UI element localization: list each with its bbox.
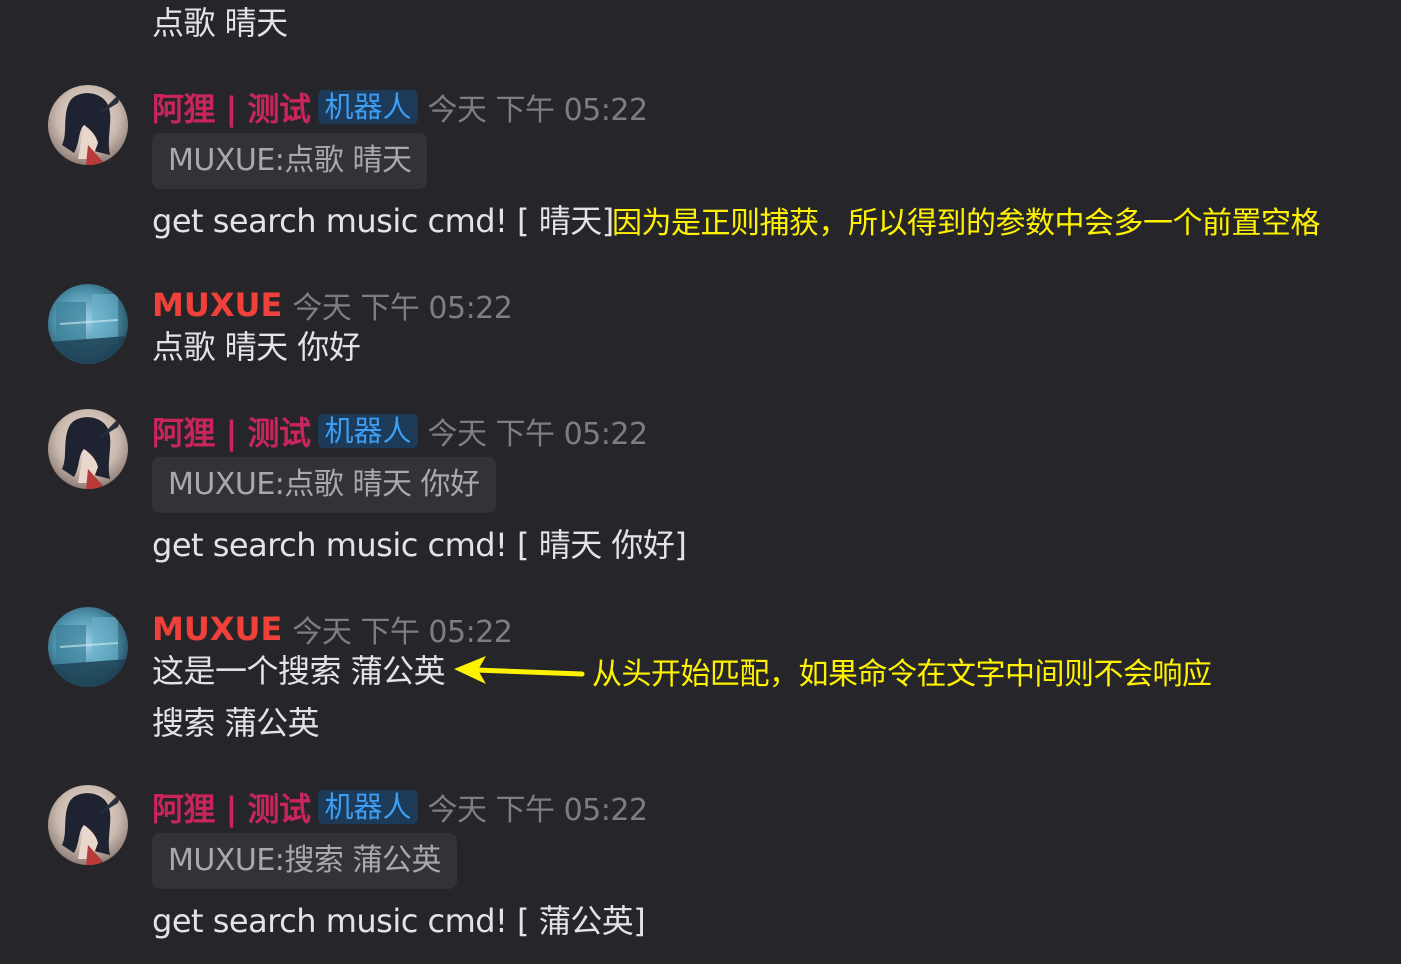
timestamp: 今天 下午 05:22	[292, 291, 513, 326]
author-name[interactable]: 阿狸 | 测试	[152, 784, 311, 830]
quoted-message[interactable]: MUXUE:点歌 晴天 你好	[152, 457, 496, 513]
user-avatar[interactable]	[48, 607, 128, 687]
author-name[interactable]: MUXUE	[152, 286, 282, 324]
quoted-message[interactable]: MUXUE:点歌 晴天	[152, 133, 428, 189]
timestamp: 今天 下午 05:22	[427, 417, 649, 452]
message-header: MUXUE 今天 下午 05:22	[152, 283, 513, 327]
message-text: 这是一个搜索 蒲公英	[152, 652, 446, 690]
message-header: 阿狸 | 测试 机器人 今天 下午 05:22	[152, 85, 648, 129]
message-header: MUXUE 今天 下午 05:22	[152, 607, 513, 651]
message-text: get search music cmd! [ 蒲公英]	[152, 902, 646, 940]
author-name[interactable]: MUXUE	[152, 610, 282, 648]
author-name[interactable]: 阿狸 | 测试	[152, 408, 311, 454]
blue-landscape-avatar-icon	[48, 284, 128, 364]
message-header: 阿狸 | 测试 机器人 今天 下午 05:22	[152, 785, 648, 829]
bot-badge: 机器人	[318, 790, 418, 824]
blue-landscape-avatar-icon	[48, 607, 128, 687]
message-text: 搜索 蒲公英	[152, 704, 320, 742]
timestamp: 今天 下午 05:22	[427, 93, 649, 128]
arrow-left-icon	[454, 656, 585, 684]
quoted-message[interactable]: MUXUE:搜索 蒲公英	[152, 833, 457, 889]
anime-avatar-icon	[48, 785, 128, 865]
chat-message-list: 点歌 晴天 阿狸 | 测试 机器人 今天 下午 05:22 MUXUE:点歌 晴…	[0, 0, 1401, 964]
anime-avatar-icon	[48, 409, 128, 489]
bot-avatar[interactable]	[48, 409, 128, 489]
message-text: 点歌 晴天 你好	[152, 328, 361, 366]
user-avatar[interactable]	[48, 284, 128, 364]
bot-avatar[interactable]	[48, 785, 128, 865]
author-name[interactable]: 阿狸 | 测试	[152, 84, 311, 130]
bot-avatar[interactable]	[48, 85, 128, 165]
message-header: 阿狸 | 测试 机器人 今天 下午 05:22	[152, 409, 648, 453]
bot-badge: 机器人	[318, 414, 418, 448]
message-text: 点歌 晴天	[152, 4, 288, 42]
bot-badge: 机器人	[318, 90, 418, 124]
annotation-text: 从头开始匹配，如果命令在文字中间则不会响应	[592, 657, 1212, 692]
annotation-text: 因为是正则捕获，所以得到的参数中会多一个前置空格	[612, 206, 1321, 241]
timestamp: 今天 下午 05:22	[427, 793, 649, 828]
timestamp: 今天 下午 05:22	[292, 615, 513, 650]
message-text: get search music cmd! [ 晴天]	[152, 202, 614, 240]
anime-avatar-icon	[48, 85, 128, 165]
message-text: get search music cmd! [ 晴天 你好]	[152, 526, 687, 564]
